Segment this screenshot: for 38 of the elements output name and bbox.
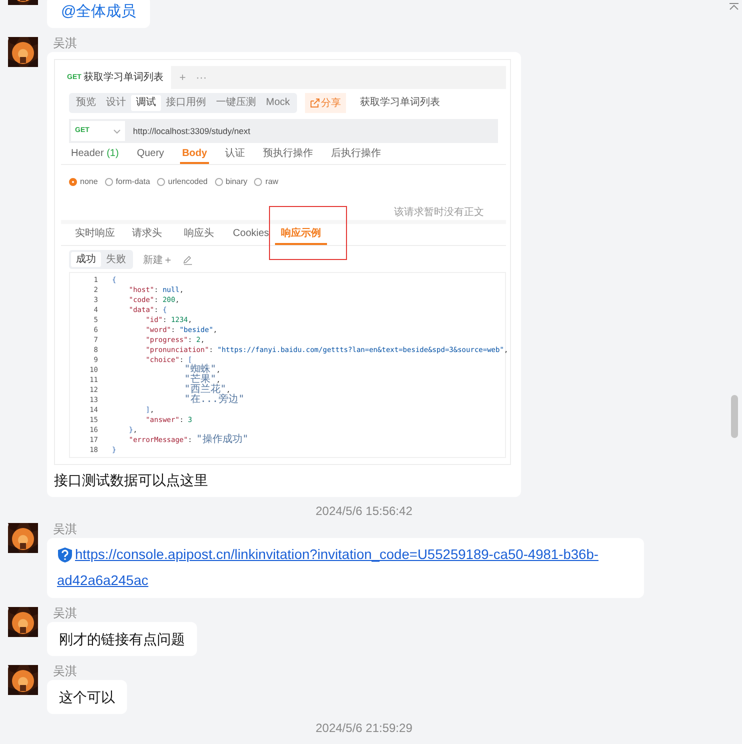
sender-name: 吴淇: [52, 664, 77, 678]
timestamp: 2024/5/6 15:56:42: [316, 505, 412, 518]
new-button[interactable]: 新建＋: [143, 252, 173, 266]
message-bubble: 这个可以: [47, 680, 127, 714]
sender-name: 吴淇: [52, 522, 77, 536]
response-tab[interactable]: 实时响应: [69, 228, 121, 245]
empty-note: 该请求暂时没有正文: [394, 207, 484, 219]
mode-tab[interactable]: 预览: [71, 95, 101, 111]
request-tab[interactable]: Query: [134, 148, 166, 164]
radio-option[interactable]: none: [69, 172, 98, 192]
response-tab[interactable]: 请求头: [121, 228, 173, 245]
mode-tab[interactable]: 调试: [131, 95, 161, 111]
request-tab[interactable]: 预执行操作: [261, 148, 316, 164]
mode-tab[interactable]: 接口用例: [161, 95, 211, 111]
message-bubble: @全体成员: [47, 0, 150, 28]
message-bubble: 刚才的链接有点问题: [47, 622, 197, 656]
radio-option[interactable]: raw: [254, 172, 278, 192]
radio-option[interactable]: urlencoded: [157, 172, 208, 192]
message-text: 接口测试数据可以点这里: [54, 471, 209, 489]
radio-option[interactable]: binary: [214, 172, 248, 192]
example-tab[interactable]: 成功: [71, 252, 101, 267]
mode-tab[interactable]: 一键压测: [211, 95, 261, 111]
mode-tab[interactable]: 设计: [101, 95, 131, 111]
api-name: 获取学习单词列表: [360, 96, 440, 110]
timestamp: 2024/5/6 21:59:29: [316, 722, 412, 735]
sender-name: 吴淇: [52, 606, 77, 620]
response-tab[interactable]: Cookies: [225, 228, 277, 245]
request-tab[interactable]: 后执行操作: [329, 148, 384, 164]
url-field[interactable]: http://localhost:3309/study/next: [133, 121, 250, 141]
invitation-link[interactable]: https://console.apipost.cn/linkinvitation?invitation_code=U55259189-ca50-4981-b36b-ad42a6a245ac: [57, 542, 632, 594]
request-tab[interactable]: 认证: [223, 148, 248, 164]
response-tab[interactable]: 响应头: [173, 228, 225, 245]
sender-name: 吴淇: [52, 36, 77, 50]
mode-tab[interactable]: Mock: [261, 95, 295, 111]
example-tab[interactable]: 失败: [101, 252, 131, 267]
request-tab[interactable]: Header (1): [69, 148, 121, 164]
code-line: "在...旁边": [183, 395, 244, 405]
radio-option[interactable]: form-data: [104, 172, 150, 192]
